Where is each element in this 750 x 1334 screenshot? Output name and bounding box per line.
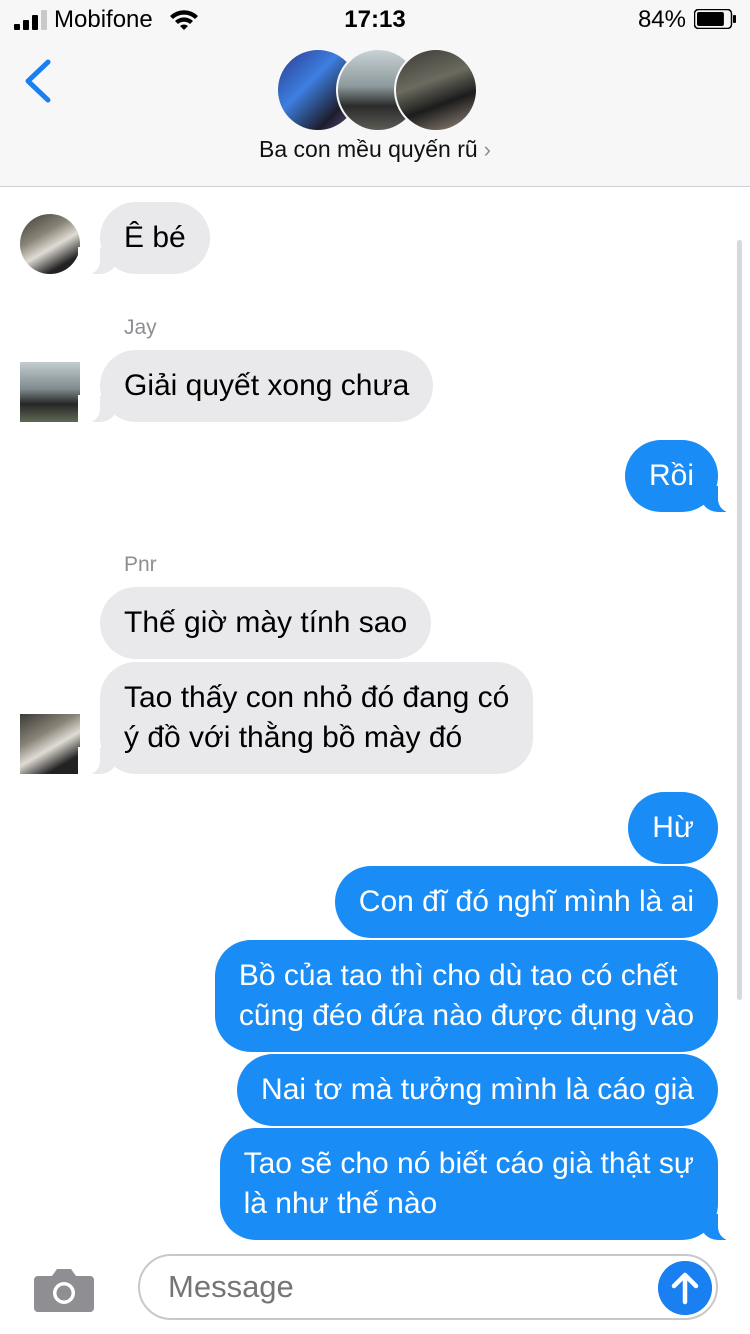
message-text: Ê bé bbox=[124, 221, 186, 254]
camera-icon[interactable] bbox=[32, 1266, 96, 1314]
message-bubble[interactable]: Tao thấy con nhỏ đó đang có ý đồ với thằ… bbox=[77, 662, 534, 775]
message-input[interactable] bbox=[138, 1254, 718, 1320]
message-bubble[interactable]: Tao sẽ cho nó biết cáo già thật sự là nh… bbox=[219, 1128, 741, 1241]
sender-name: Pnr bbox=[124, 553, 157, 576]
scroll-indicator[interactable] bbox=[737, 240, 742, 1000]
avatar-jay bbox=[20, 362, 80, 422]
message-bubble[interactable]: Thế giờ mày tính sao bbox=[100, 587, 432, 659]
message-text: Hừ bbox=[652, 811, 694, 844]
battery-percent: 84% bbox=[637, 6, 686, 33]
message-text: Con đĩ đó nghĩ mình là ai bbox=[358, 885, 694, 918]
message-text-line: Tao thấy con nhỏ đó đang có bbox=[124, 681, 510, 714]
message-bubble[interactable]: Giải quyết xong chưa bbox=[77, 350, 434, 423]
avatar-pnr bbox=[20, 214, 80, 274]
message-text: Rồi bbox=[648, 459, 694, 492]
message-bubble[interactable]: Con đĩ đó nghĩ mình là ai bbox=[334, 866, 718, 938]
group-title[interactable]: Ba con mều quyến rũ › bbox=[0, 136, 750, 163]
group-name: Ba con mều quyến rũ bbox=[259, 136, 478, 162]
message-text: Giải quyết xong chưa bbox=[124, 369, 410, 402]
message-bubble[interactable]: Rồi bbox=[624, 440, 741, 513]
avatar-pnr bbox=[20, 714, 80, 774]
message-text-line: Tao sẽ cho nó biết cáo già thật sự bbox=[243, 1147, 694, 1180]
battery-icon bbox=[694, 9, 736, 29]
avatar bbox=[394, 48, 478, 132]
sender-name: Jay bbox=[124, 316, 157, 339]
conversation-header: Ba con mều quyến rũ › bbox=[0, 40, 750, 187]
message-text-line: Bồ của tao thì cho dù tao có chết bbox=[238, 959, 678, 992]
message-text-line: cũng đéo đứa nào được đụng vào bbox=[238, 999, 694, 1032]
message-text-line: ý đồ với thằng bồ mày đó bbox=[124, 721, 463, 754]
message-text: Nai tơ mà tưởng mình là cáo già bbox=[261, 1073, 694, 1106]
arrow-up-icon[interactable] bbox=[658, 1261, 712, 1315]
message-text-line: là như thế nào bbox=[243, 1187, 438, 1220]
message-bubble[interactable]: Bồ của tao thì cho dù tao có chết cũng đ… bbox=[214, 940, 718, 1052]
message-bubble[interactable]: Ê bé bbox=[78, 202, 210, 275]
message-text: Thế giờ mày tính sao bbox=[124, 606, 408, 639]
chevron-left-icon[interactable] bbox=[18, 56, 58, 106]
status-bar: Mobifone 17:13 84% bbox=[0, 0, 750, 40]
message-bubble[interactable]: Hừ bbox=[628, 792, 718, 864]
compose-bar bbox=[0, 1244, 750, 1334]
message-bubble[interactable]: Nai tơ mà tưởng mình là cáo già bbox=[237, 1054, 718, 1126]
chevron-right-icon: › bbox=[483, 137, 491, 162]
group-avatars[interactable] bbox=[276, 48, 478, 132]
